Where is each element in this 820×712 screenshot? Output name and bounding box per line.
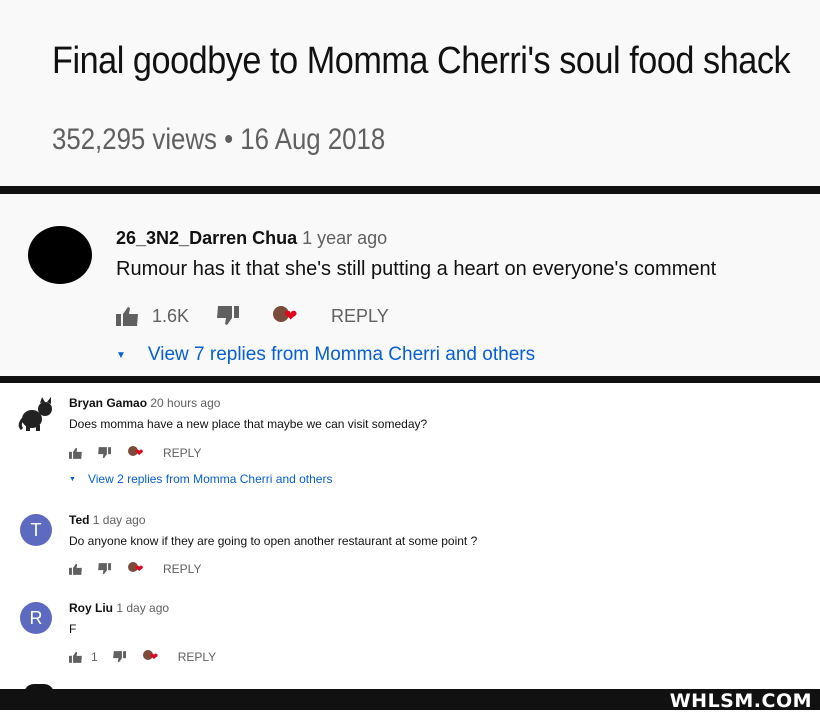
thumb-down-icon[interactable] (97, 447, 111, 459)
video-meta: 352,295 views • 16 Aug 2018 (52, 123, 386, 156)
creator-heart-icon: ❤ (271, 304, 301, 328)
thumb-up-icon[interactable] (69, 447, 83, 459)
comment-header: Ted 1 day ago (69, 513, 146, 527)
comment-text: Does momma have a new place that maybe w… (69, 417, 428, 431)
video-title: Final goodbye to Momma Cherri's soul foo… (52, 40, 791, 82)
top-comment: 26_3N2_Darren Chua 1 year ago Rumour has… (0, 194, 820, 376)
comment-time[interactable]: 1 year ago (302, 228, 387, 248)
divider (0, 376, 820, 383)
author-name[interactable]: Bryan Gamao (69, 396, 147, 410)
creator-heart-icon: ❤ (127, 445, 145, 461)
comment-time[interactable]: 1 day ago (116, 601, 169, 615)
comment-text: F (69, 622, 77, 636)
thumb-down-icon[interactable] (112, 651, 126, 663)
avatar[interactable]: T (20, 514, 52, 546)
reply-button[interactable]: REPLY (178, 650, 216, 664)
view-replies-link[interactable]: ▼ View 2 replies from Momma Cherri and o… (69, 472, 332, 486)
comment-header: Roy Liu 1 day ago (69, 601, 169, 615)
like-count: 1.6K (152, 305, 190, 326)
thumb-up-icon[interactable] (69, 651, 83, 663)
thumb-down-icon[interactable] (215, 306, 240, 326)
view-replies-label: View 2 replies from Momma Cherri and oth… (87, 472, 333, 486)
creator-heart-icon: ❤ (142, 649, 160, 665)
avatar[interactable] (28, 226, 92, 284)
comment-time[interactable]: 1 day ago (93, 513, 146, 527)
avatar[interactable] (18, 397, 54, 431)
author-name[interactable]: Ted (69, 513, 89, 527)
author-name[interactable]: Roy Liu (69, 601, 113, 615)
chevron-down-icon: ▼ (116, 349, 126, 361)
creator-heart-icon: ❤ (127, 561, 145, 577)
thumb-up-icon[interactable] (69, 563, 83, 575)
comment-item: Bryan Gamao 20 hours ago Does momma have… (0, 383, 820, 503)
comment-item: T Ted 1 day ago Do anyone know if they a… (0, 503, 820, 593)
watermark: WHLSM.COM (669, 690, 812, 712)
view-replies-link[interactable]: ▼ View 7 replies from Momma Cherri and o… (116, 344, 535, 366)
comment-actions: 1.6K ❤ REPLY (116, 304, 389, 328)
author-name[interactable]: 26_3N2_Darren Chua (116, 228, 297, 248)
comment-item: R Roy Liu 1 day ago F 1 ❤ REPLY (0, 593, 820, 685)
thumb-up-icon[interactable] (116, 306, 140, 326)
thumb-down-icon[interactable] (97, 563, 111, 575)
comment-text: Do anyone know if they are going to open… (69, 534, 478, 548)
video-header: Final goodbye to Momma Cherri's soul foo… (0, 0, 820, 186)
comment-actions: ❤ REPLY (69, 561, 201, 577)
comment-actions: ❤ REPLY (69, 445, 201, 461)
divider (0, 186, 820, 194)
chevron-down-icon: ▼ (69, 475, 76, 483)
reply-button[interactable]: REPLY (163, 446, 201, 460)
comment-time[interactable]: 20 hours ago (150, 396, 220, 410)
reply-button[interactable]: REPLY (331, 306, 389, 327)
comment-header: Bryan Gamao 20 hours ago (69, 396, 220, 410)
comment-actions: 1 ❤ REPLY (69, 649, 216, 665)
like-count: 1 (91, 650, 98, 664)
avatar[interactable]: R (20, 602, 52, 634)
view-replies-label: View 7 replies from Momma Cherri and oth… (147, 344, 536, 365)
reply-button[interactable]: REPLY (163, 562, 201, 576)
comment-text: Rumour has it that she's still putting a… (116, 258, 717, 280)
comment-header: 26_3N2_Darren Chua 1 year ago (116, 228, 387, 249)
